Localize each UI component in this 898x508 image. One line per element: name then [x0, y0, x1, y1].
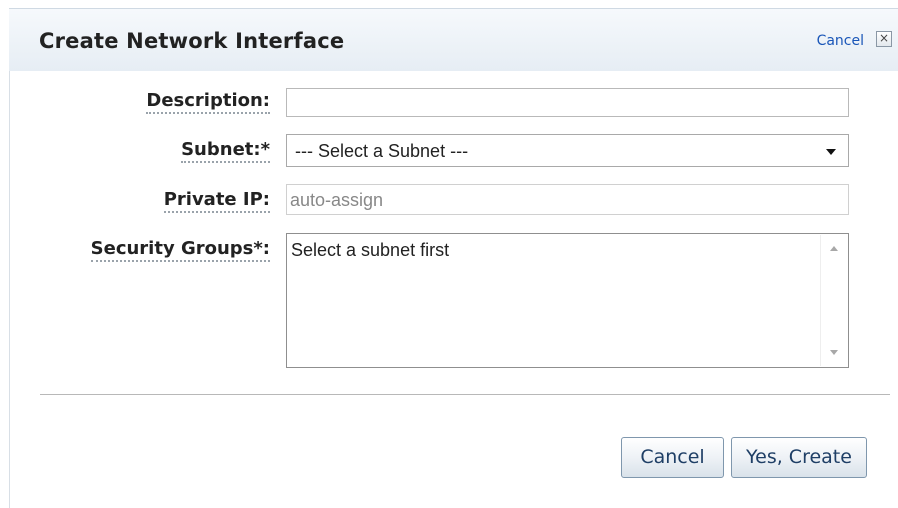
dialog-title: Create Network Interface: [39, 29, 345, 53]
private-ip-value: auto-assign: [290, 190, 384, 210]
security-groups-message: Select a subnet first: [291, 240, 450, 260]
description-label: Description:: [146, 90, 270, 114]
security-groups-label-text: Security Groups*:: [90, 238, 270, 262]
subnet-label-text: Subnet:*: [181, 139, 270, 163]
listbox-scrollbar[interactable]: [820, 235, 847, 366]
private-ip-label-text: Private IP:: [163, 189, 270, 213]
private-ip-label: Private IP:: [163, 189, 270, 213]
security-groups-label: Security Groups*:: [90, 238, 270, 262]
subnet-select-value: --- Select a Subnet ---: [295, 141, 469, 161]
dropdown-arrow-icon: [826, 149, 836, 155]
yes-create-button[interactable]: Yes, Create: [731, 437, 867, 478]
description-label-text: Description:: [146, 90, 270, 114]
private-ip-input[interactable]: auto-assign: [286, 184, 849, 215]
description-input[interactable]: [286, 88, 849, 117]
footer-divider: [40, 394, 890, 395]
close-x-icon[interactable]: ×: [876, 31, 892, 47]
subnet-label: Subnet:*: [181, 139, 270, 163]
create-network-interface-dialog: Create Network Interface Cancel × Descri…: [0, 0, 898, 508]
subnet-select[interactable]: --- Select a Subnet ---: [286, 134, 849, 167]
security-groups-listbox[interactable]: Select a subnet first: [286, 233, 849, 368]
scroll-down-arrow-icon[interactable]: [830, 350, 838, 355]
dialog-title-bar: Create Network Interface Cancel ×: [9, 8, 898, 71]
cancel-button[interactable]: Cancel: [621, 437, 724, 478]
dialog-left-border: [9, 8, 10, 508]
header-cancel-link[interactable]: Cancel: [817, 33, 864, 49]
scroll-up-arrow-icon[interactable]: [830, 246, 838, 251]
